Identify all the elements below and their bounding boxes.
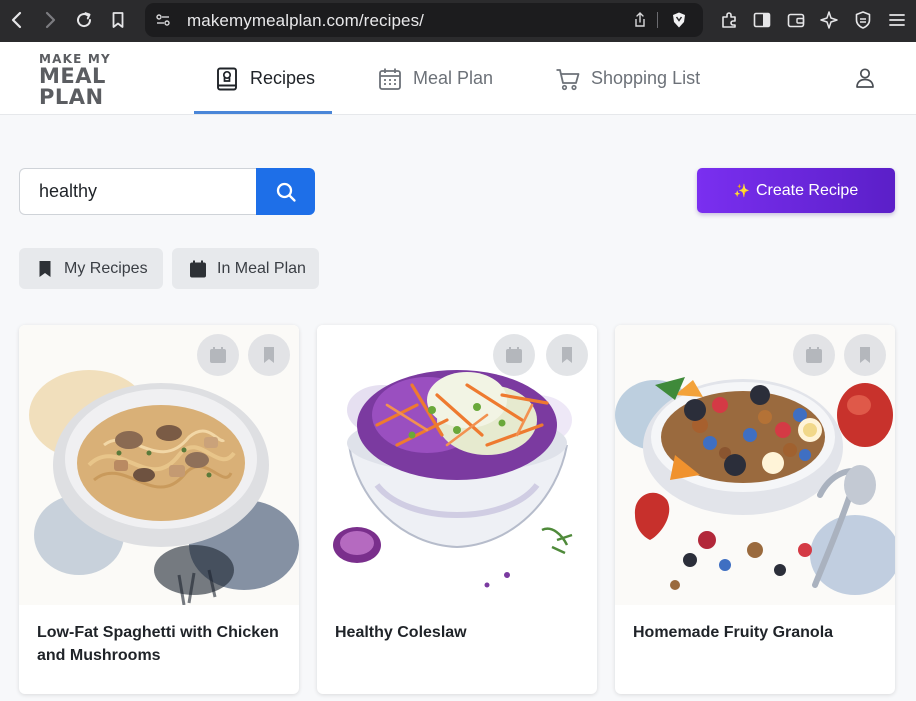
search-input[interactable] [19, 168, 257, 215]
add-to-meal-plan-button[interactable] [793, 334, 835, 376]
bookmark-recipe-button[interactable] [248, 334, 290, 376]
site-logo[interactable]: MAKE MY MEAL PLAN [39, 53, 119, 108]
cart-icon [555, 66, 581, 92]
extensions-icon[interactable] [716, 7, 742, 33]
recipe-card[interactable]: Low-Fat Spaghetti with Chicken and Mushr… [19, 325, 299, 694]
back-icon[interactable] [4, 7, 30, 33]
tab-recipes[interactable]: Recipes [214, 42, 315, 115]
site-settings-icon[interactable] [154, 11, 172, 29]
menu-icon[interactable] [884, 7, 910, 33]
calendar-icon [210, 347, 226, 363]
url-divider [657, 12, 658, 28]
tab-meal-plan-label: Meal Plan [413, 68, 494, 88]
logo-line-2: MEAL [39, 64, 106, 88]
bookmark-page-icon[interactable] [105, 7, 131, 33]
search-button[interactable] [256, 168, 315, 215]
add-to-meal-plan-button[interactable] [197, 334, 239, 376]
tab-shopping-list-label: Shopping List [591, 68, 701, 88]
address-bar[interactable]: makemymealplan.com/recipes/ [145, 3, 703, 37]
sidebar-icon[interactable] [749, 7, 775, 33]
tab-recipes-label: Recipes [250, 68, 316, 88]
bookmark-icon [562, 347, 572, 363]
recipe-card[interactable]: Homemade Fruity Granola [615, 325, 895, 694]
bookmark-icon [35, 259, 55, 279]
bookmark-recipe-button[interactable] [546, 334, 588, 376]
bookmark-recipe-button[interactable] [844, 334, 886, 376]
browser-toolbar: makemymealplan.com/recipes/ [0, 0, 916, 42]
filter-my-recipes[interactable]: My Recipes [19, 248, 163, 289]
share-icon[interactable] [631, 11, 649, 29]
add-to-meal-plan-button[interactable] [493, 334, 535, 376]
recipe-book-icon [214, 66, 240, 92]
reload-icon[interactable] [71, 7, 97, 33]
forward-icon[interactable] [37, 7, 63, 33]
filter-my-recipes-label: My Recipes [64, 259, 148, 277]
sparkle-icon: ✨ [733, 182, 750, 198]
tab-shopping-list[interactable]: Shopping List [555, 42, 700, 115]
filter-in-meal-plan[interactable]: In Meal Plan [172, 248, 319, 289]
leo-ai-icon[interactable] [816, 7, 842, 33]
tab-meal-plan[interactable]: Meal Plan [377, 42, 493, 115]
search-icon [276, 182, 296, 202]
recipe-card[interactable]: Healthy Coleslaw [317, 325, 597, 694]
recipe-search [19, 168, 315, 215]
calendar-icon [806, 347, 822, 363]
filter-in-meal-plan-label: In Meal Plan [217, 259, 306, 277]
active-tab-indicator [194, 111, 332, 114]
create-recipe-button[interactable]: ✨ Create Recipe [697, 168, 895, 213]
recipe-title[interactable]: Low-Fat Spaghetti with Chicken and Mushr… [37, 621, 287, 667]
site-header: MAKE MY MEAL PLAN Recipes Meal Plan Shop… [0, 42, 916, 115]
calendar-icon [506, 347, 522, 363]
calendar-icon [377, 66, 403, 92]
bookmark-icon [264, 347, 274, 363]
create-recipe-label: Create Recipe [755, 181, 859, 199]
recipe-title[interactable]: Healthy Coleslaw [335, 621, 585, 644]
wallet-icon[interactable] [783, 7, 809, 33]
recipe-title[interactable]: Homemade Fruity Granola [633, 621, 883, 644]
vpn-icon[interactable] [850, 7, 876, 33]
calendar-icon [188, 259, 208, 279]
user-profile-icon[interactable] [853, 66, 877, 90]
brave-shield-icon[interactable] [670, 11, 688, 29]
url-text[interactable]: makemymealplan.com/recipes/ [187, 11, 424, 31]
logo-line-3: PLAN [39, 85, 104, 109]
bookmark-icon [860, 347, 870, 363]
